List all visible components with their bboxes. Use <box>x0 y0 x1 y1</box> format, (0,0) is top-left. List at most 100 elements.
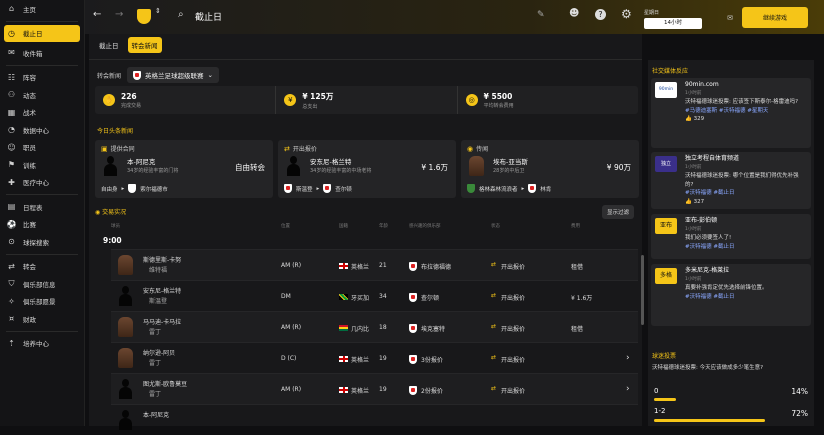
col-nationality[interactable]: 国籍 <box>339 223 348 229</box>
show-filter-button[interactable]: 显示过滤 <box>601 205 634 219</box>
player-age: 19 <box>379 355 387 362</box>
sidebar-item[interactable]: ▦ 战术 <box>0 104 84 122</box>
poll-option-label[interactable]: 0 <box>654 387 658 395</box>
card-from-club[interactable]: 自由身 <box>101 185 118 193</box>
interested-club[interactable]: 布拉德福德 <box>421 262 451 271</box>
sidebar-item[interactable]: ☷ 阵容 <box>0 69 84 87</box>
social-post[interactable]: 多格 多米尼克-格莱拉 1小时前 真要补强肯定优先选择前锋位置。 #沃特福德 #… <box>651 264 811 326</box>
sidebar-item[interactable]: ⇄ 转会 <box>0 258 84 276</box>
sidebar-item[interactable]: ¤ 财政 <box>0 310 84 328</box>
gear-icon[interactable]: ⚙ <box>621 7 632 21</box>
interested-club[interactable]: 查尔顿 <box>421 293 439 302</box>
headline-card[interactable]: ▣ 提供合同 本-阿尼克 34岁的经验丰富的门将 自由转会 自由身 ▸ 索尔福德市 <box>95 140 273 198</box>
search-icon[interactable]: ⌕ <box>178 9 184 20</box>
player-club[interactable]: 雷丁 <box>149 327 161 336</box>
sidebar-item[interactable]: ▤ 日程表 <box>0 198 84 216</box>
sidebar-item[interactable]: ⌂ 主页 <box>0 0 84 18</box>
player-club[interactable]: 维特福 <box>149 265 167 274</box>
sidebar-item[interactable]: ⚇ 动态 <box>0 86 84 104</box>
card-from-club[interactable]: 斯温登 <box>296 185 313 193</box>
table-row[interactable]: 马马迪-卡马拉 雷丁 AM (R) 几内比 18 埃克塞特 ⇄ 开出报价 租借 <box>111 311 638 342</box>
poll-option-label[interactable]: 1-2 <box>654 407 665 415</box>
player-avatar <box>118 255 133 275</box>
player-name[interactable]: 斯德里斯-卡努 <box>143 255 181 264</box>
tab-transfer-news[interactable]: 转会新闻 <box>127 37 162 53</box>
card-to-club[interactable]: 查尔顿 <box>335 185 352 193</box>
table-row[interactable]: 纳尔逊-阿贝 雷丁 D (C) 英格兰 19 3份报价 ⇄ 开出报价 › <box>111 342 638 373</box>
col-position[interactable]: 位置 <box>281 223 290 229</box>
social-icon[interactable]: ☻ <box>569 8 579 19</box>
player-age: 21 <box>379 262 387 269</box>
club-crest-icon[interactable] <box>137 9 151 24</box>
sidebar-item[interactable]: ✧ 俱乐部愿景 <box>0 293 84 311</box>
bid-icon: ⇄ <box>491 261 497 268</box>
player-name[interactable]: 纳尔逊-阿贝 <box>143 348 175 357</box>
sidebar-item[interactable]: ⛉ 俱乐部信息 <box>0 275 84 293</box>
card-player-name[interactable]: 安东尼-格兰特 <box>310 156 351 166</box>
table-row[interactable]: 安东尼-格兰特 斯温登 DM 牙买加 34 查尔顿 ⇄ 开出报价 ¥ 1.6万 <box>111 280 638 311</box>
sidebar-item[interactable]: ⇡ 培养中心 <box>0 335 84 353</box>
mail-icon[interactable]: ✉ <box>727 14 733 22</box>
sidebar-item[interactable]: ◷ 截止日 <box>4 24 80 42</box>
sidebar-item[interactable]: ☺ 职员 <box>0 139 84 157</box>
sidebar-item[interactable]: ⚽ 比赛 <box>0 216 84 234</box>
scrollbar[interactable] <box>641 255 644 325</box>
social-post[interactable]: 90min 90min.com 1小时前 沃特福德球迷投票: 应该签下斯泰尔-格… <box>651 78 811 148</box>
help-icon[interactable]: ? <box>595 9 606 20</box>
table-row[interactable]: 斯德里斯-卡努 维特福 AM (R) 英格兰 21 布拉德福德 ⇄ 开出报价 租借 <box>111 249 638 280</box>
card-player-name[interactable]: 本-阿尼克 <box>127 156 155 166</box>
competition-value: 英格兰足球超级联赛 <box>145 72 204 80</box>
player-name[interactable]: 本-阿尼克 <box>143 410 169 419</box>
col-interested-clubs[interactable]: 感兴趣的俱乐部 <box>409 223 441 229</box>
player-club[interactable]: 斯温登 <box>149 296 167 305</box>
card-fee: ¥ 1.6万 <box>421 163 448 172</box>
table-row[interactable]: 本-阿尼克 <box>111 404 638 435</box>
table-row[interactable]: 图尤斯-欧鲁莫豆 雷丁 AM (R) 英格兰 19 2份报价 ⇄ 开出报价 › <box>111 373 638 404</box>
sidebar-item[interactable]: ⊙ 球探搜索 <box>0 233 84 251</box>
back-arrow-icon[interactable]: ← <box>93 9 101 20</box>
sidebar-item-label: 训练 <box>23 161 36 170</box>
card-to-club[interactable]: 索尔福德市 <box>140 185 168 193</box>
chevron-right-icon[interactable]: › <box>626 353 630 363</box>
player-name[interactable]: 安东尼-格兰特 <box>143 286 181 295</box>
data-hub-icon: ◔ <box>8 125 15 135</box>
chevron-right-icon[interactable]: › <box>626 384 630 394</box>
player-club[interactable]: 雷丁 <box>149 389 161 398</box>
player-position: AM (R) <box>281 262 302 269</box>
sidebar-item[interactable]: ⚑ 训练 <box>0 156 84 174</box>
calendar-icon: ▤ <box>7 202 16 212</box>
col-age[interactable]: 年龄 <box>379 223 388 229</box>
player-name[interactable]: 马马迪-卡马拉 <box>143 317 181 326</box>
continue-game-button[interactable]: 继续游戏 <box>742 7 808 28</box>
col-fee[interactable]: 费用 <box>571 223 580 229</box>
post-avatar: 多格 <box>655 268 677 284</box>
sidebar-item-label: 俱乐部愿景 <box>23 298 56 307</box>
interested-club[interactable]: 埃克塞特 <box>421 324 445 333</box>
col-player[interactable]: 球员 <box>111 223 120 229</box>
sidebar-item[interactable]: ✉ 收件箱 <box>0 44 84 62</box>
tab-deadline-day[interactable]: 截止日 <box>95 37 123 53</box>
sidebar-item[interactable]: ◔ 数据中心 <box>0 121 84 139</box>
headline-card[interactable]: ◉ 传闻 埃布-亚当斯 28岁的中后卫 ¥ 90万 格林森林流浪者 ▸ 林肯 <box>461 140 639 198</box>
player-name[interactable]: 图尤斯-欧鲁莫豆 <box>143 379 187 388</box>
date-display[interactable]: 星期日 14小时 ✉ <box>641 8 737 30</box>
chevron-updown-icon[interactable]: ⇕ <box>155 7 161 15</box>
card-to-club[interactable]: 林肯 <box>540 185 551 193</box>
interested-club[interactable]: 2份报价 <box>421 386 443 395</box>
col-status[interactable]: 状态 <box>491 223 500 229</box>
stat-value: ¥ 125万 <box>302 91 334 101</box>
post-avatar: 90min <box>655 82 677 98</box>
headline-card[interactable]: ⇄ 开出报价 安东尼-格兰特 34岁的经验丰富的中场老将 ¥ 1.6万 斯温登 ▸ 查… <box>278 140 456 198</box>
card-player-name[interactable]: 埃布-亚当斯 <box>493 156 528 166</box>
main-panel: 截止日 转会新闻 转会新闻 英格兰足球超级联赛 ⌄ ✋ 226 完成交易 ¥ ¥ … <box>89 34 642 430</box>
club-crest-icon <box>284 184 292 193</box>
social-post[interactable]: 亚布 亚布-彭伯顿 1小时前 我们必须要签人了! #沃特福德 #截止日 <box>651 214 811 259</box>
card-from-club[interactable]: 格林森林流浪者 <box>479 185 518 193</box>
player-club[interactable]: 雷丁 <box>149 358 161 367</box>
social-post[interactable]: 独立 独立考程自体育频道 1小时前 沃特福德球迷投票: 哪个位置是我们得优先补强… <box>651 152 811 209</box>
edit-icon[interactable]: ✎ <box>537 10 545 20</box>
forward-arrow-icon[interactable]: → <box>115 9 123 20</box>
sidebar-item[interactable]: ✚ 医疗中心 <box>0 174 84 192</box>
interested-club[interactable]: 3份报价 <box>421 355 443 364</box>
competition-select[interactable]: 英格兰足球超级联赛 ⌄ <box>127 67 219 83</box>
